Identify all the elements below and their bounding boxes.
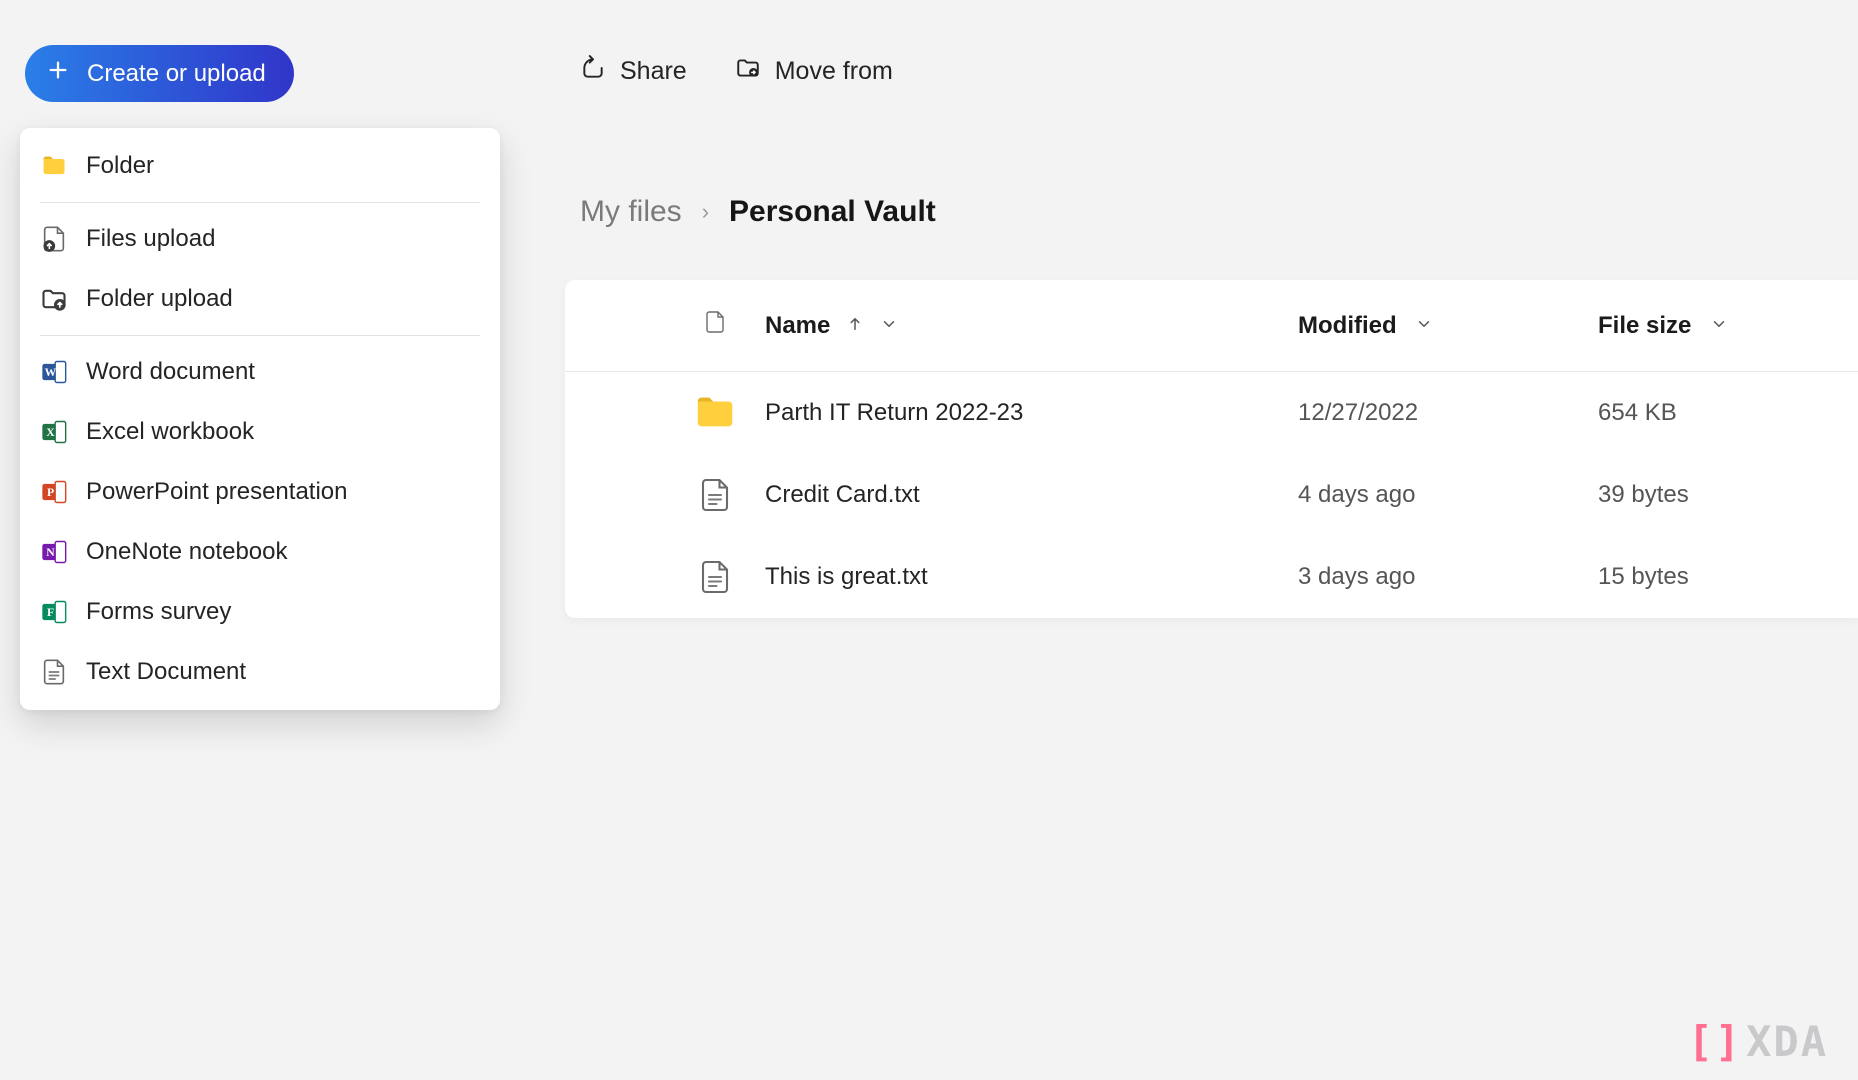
share-label: Share <box>620 57 687 86</box>
chevron-down-icon <box>1710 312 1728 339</box>
share-button[interactable]: Share <box>580 55 687 88</box>
menu-item-label: PowerPoint presentation <box>86 478 348 506</box>
table-row[interactable]: This is great.txt3 days ago15 bytes <box>565 536 1858 618</box>
plus-icon <box>47 59 69 88</box>
powerpoint-icon: P <box>40 478 68 506</box>
filesize-header-label: File size <box>1598 312 1691 339</box>
name-column-header[interactable]: Name <box>765 312 1298 340</box>
create-or-upload-button[interactable]: Create or upload <box>25 45 294 102</box>
chevron-down-icon <box>880 312 898 340</box>
svg-text:X: X <box>46 426 55 439</box>
menu-item-label: Files upload <box>86 225 215 253</box>
menu-item-label: Excel workbook <box>86 418 254 446</box>
filesize-column-header[interactable]: File size <box>1598 312 1858 340</box>
menu-item-label: Word document <box>86 358 255 386</box>
type-column-header[interactable] <box>665 310 765 341</box>
svg-text:F: F <box>47 606 54 619</box>
file-size: 15 bytes <box>1598 563 1858 591</box>
menu-item-label: Folder upload <box>86 285 233 313</box>
text-icon <box>665 477 765 513</box>
breadcrumb-current: Personal Vault <box>729 195 936 229</box>
folder-icon <box>40 152 68 180</box>
menu-item-folder[interactable]: Folder <box>20 136 500 196</box>
move-from-button[interactable]: Move from <box>735 55 893 88</box>
menu-item-label: Folder <box>86 152 154 180</box>
svg-text:P: P <box>47 486 54 499</box>
share-icon <box>580 55 606 88</box>
breadcrumb: My files › Personal Vault <box>580 195 936 229</box>
menu-item-text-document[interactable]: Text Document <box>20 642 500 702</box>
file-modified: 4 days ago <box>1298 481 1598 509</box>
modified-header-label: Modified <box>1298 312 1397 339</box>
menu-item-forms-survey[interactable]: F Forms survey <box>20 582 500 642</box>
name-header-label: Name <box>765 312 830 340</box>
file-size: 39 bytes <box>1598 481 1858 509</box>
file-name[interactable]: Credit Card.txt <box>765 481 1298 509</box>
menu-item-powerpoint-presentation[interactable]: P PowerPoint presentation <box>20 462 500 522</box>
file-size: 654 KB <box>1598 399 1858 427</box>
menu-item-onenote-notebook[interactable]: N OneNote notebook <box>20 522 500 582</box>
svg-text:N: N <box>46 546 55 559</box>
file-modified: 12/27/2022 <box>1298 399 1598 427</box>
file-name[interactable]: This is great.txt <box>765 563 1298 591</box>
file-name[interactable]: Parth IT Return 2022-23 <box>765 399 1298 427</box>
breadcrumb-root[interactable]: My files <box>580 195 682 229</box>
text-icon <box>665 559 765 595</box>
file-upload-icon <box>40 225 68 253</box>
onenote-icon: N <box>40 538 68 566</box>
move-from-label: Move from <box>775 57 893 86</box>
bracket-icon: [] <box>1688 1017 1743 1066</box>
file-icon <box>703 310 727 341</box>
file-table: Name Modified File size Parth IT Return … <box>565 280 1858 618</box>
text-icon <box>40 658 68 686</box>
table-header-row: Name Modified File size <box>565 280 1858 372</box>
create-or-upload-label: Create or upload <box>87 60 266 88</box>
word-icon: W <box>40 358 68 386</box>
folder-icon <box>665 390 765 436</box>
create-dropdown: Folder Files upload Folder upload W Word doc… <box>20 128 500 710</box>
move-from-icon <box>735 55 761 88</box>
chevron-down-icon <box>1415 312 1433 339</box>
watermark-text: XDA <box>1746 1017 1828 1066</box>
excel-icon: X <box>40 418 68 446</box>
xda-watermark: [] XDA <box>1688 1017 1828 1066</box>
menu-item-label: Text Document <box>86 658 246 686</box>
folder-upload-icon <box>40 285 68 313</box>
menu-item-files-upload[interactable]: Files upload <box>20 209 500 269</box>
table-row[interactable]: Parth IT Return 2022-2312/27/2022654 KB <box>565 372 1858 454</box>
command-bar: Share Move from <box>580 55 893 88</box>
svg-text:W: W <box>45 366 57 379</box>
modified-column-header[interactable]: Modified <box>1298 312 1598 340</box>
chevron-right-icon: › <box>702 199 709 225</box>
menu-item-label: OneNote notebook <box>86 538 287 566</box>
menu-item-folder-upload[interactable]: Folder upload <box>20 269 500 329</box>
menu-item-label: Forms survey <box>86 598 231 626</box>
menu-item-word-document[interactable]: W Word document <box>20 342 500 402</box>
file-modified: 3 days ago <box>1298 563 1598 591</box>
table-row[interactable]: Credit Card.txt4 days ago39 bytes <box>565 454 1858 536</box>
sort-asc-icon <box>846 312 864 340</box>
forms-icon: F <box>40 598 68 626</box>
menu-item-excel-workbook[interactable]: X Excel workbook <box>20 402 500 462</box>
